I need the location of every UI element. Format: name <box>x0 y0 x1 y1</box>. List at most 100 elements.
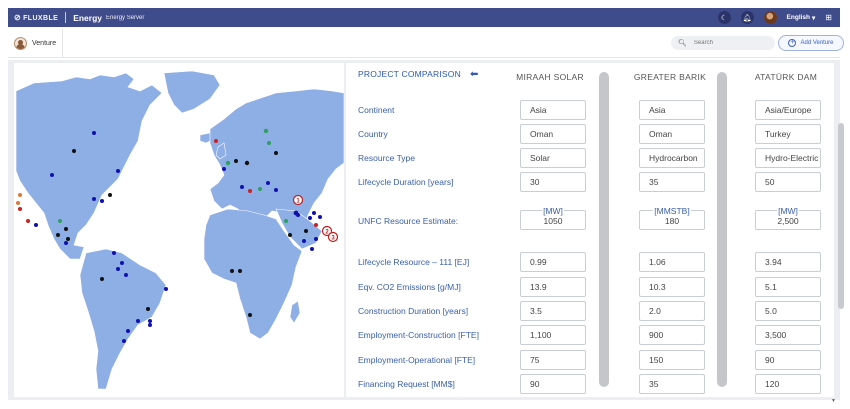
value-field[interactable]: 5.0 <box>755 301 821 321</box>
world-map[interactable]: 1 2 3 <box>14 63 344 397</box>
map-marker[interactable] <box>240 185 244 189</box>
map-marker[interactable] <box>100 277 104 281</box>
value-field[interactable]: 1,100 <box>520 325 586 345</box>
resource-estimate-field[interactable]: [MW] 2,500 <box>755 207 821 231</box>
map-marker[interactable] <box>18 193 22 197</box>
map-marker[interactable] <box>72 149 76 153</box>
map-marker[interactable] <box>234 159 238 163</box>
moon-icon[interactable]: ☾ <box>717 11 731 24</box>
map-marker[interactable] <box>274 188 278 192</box>
map-marker[interactable] <box>266 181 270 185</box>
map-marker[interactable] <box>50 173 54 177</box>
value-field[interactable]: Turkey <box>755 124 821 144</box>
map-marker[interactable] <box>116 169 120 173</box>
map-marker[interactable] <box>108 193 112 197</box>
value-field[interactable]: 1.06 <box>639 252 705 272</box>
brand[interactable]: ⊘ FLUXBLE Energy Energy Server <box>8 8 144 27</box>
search-input[interactable] <box>693 40 764 46</box>
map-marker[interactable] <box>146 307 150 311</box>
map-marker[interactable] <box>258 187 262 191</box>
language-selector[interactable]: English ▾ <box>787 14 816 22</box>
value-field[interactable]: 75 <box>520 350 586 370</box>
map-marker[interactable] <box>100 199 104 203</box>
value-field[interactable]: 5.1 <box>755 277 821 297</box>
map-marker[interactable] <box>296 213 300 217</box>
bell-icon[interactable]: 🔔︎ <box>740 11 754 24</box>
map-marker[interactable] <box>124 273 128 277</box>
map-marker[interactable] <box>136 319 140 323</box>
map-marker[interactable] <box>274 151 278 155</box>
value-field[interactable]: 90 <box>755 350 821 370</box>
map-marker[interactable] <box>302 239 306 243</box>
map-marker[interactable] <box>58 219 62 223</box>
map-marker[interactable] <box>225 160 231 166</box>
add-venture-button[interactable]: + Add Venture <box>778 35 844 51</box>
map-marker[interactable] <box>16 201 20 205</box>
world-map-panel[interactable]: 1 2 3 <box>14 63 344 397</box>
value-field[interactable]: 35 <box>639 374 705 394</box>
value-field[interactable]: 3,500 <box>755 325 821 345</box>
value-field[interactable]: Hydro-Electric <box>755 148 821 168</box>
map-marker[interactable] <box>314 237 318 241</box>
value-field[interactable]: 900 <box>639 325 705 345</box>
map-marker[interactable] <box>310 247 314 251</box>
map-marker[interactable] <box>164 287 168 291</box>
map-marker[interactable] <box>308 216 312 220</box>
user-avatar[interactable] <box>763 11 777 24</box>
value-field[interactable]: 150 <box>639 350 705 370</box>
value-field[interactable]: 0.99 <box>520 252 586 272</box>
value-field[interactable]: Oman <box>639 124 705 144</box>
value-field[interactable]: 50 <box>755 172 821 192</box>
map-marker[interactable] <box>312 211 316 215</box>
value-field[interactable]: Asia <box>520 100 586 120</box>
value-field[interactable]: 3.94 <box>755 252 821 272</box>
map-marker[interactable] <box>148 323 152 327</box>
resource-estimate-field[interactable]: [MW] 1050 <box>520 207 586 231</box>
map-marker[interactable] <box>248 313 252 317</box>
map-marker[interactable] <box>304 229 308 233</box>
value-field[interactable]: Hydrocarbon <box>639 148 705 168</box>
value-field[interactable]: 90 <box>520 374 586 394</box>
scrollbar[interactable] <box>838 123 844 309</box>
map-marker[interactable] <box>288 233 292 237</box>
map-marker[interactable] <box>263 128 269 134</box>
swap-arrow-icon[interactable]: ⬅ <box>470 69 478 80</box>
map-marker[interactable] <box>284 219 288 223</box>
map-marker[interactable] <box>64 227 68 231</box>
map-marker[interactable] <box>112 251 116 255</box>
value-field[interactable]: Asia <box>639 100 705 120</box>
highlight-badge[interactable]: 3 <box>327 231 339 243</box>
map-marker[interactable] <box>148 319 152 323</box>
map-marker[interactable] <box>92 131 96 135</box>
value-field[interactable]: 30 <box>520 172 586 192</box>
map-marker[interactable] <box>92 197 96 201</box>
value-field[interactable]: Solar <box>520 148 586 168</box>
map-marker[interactable] <box>222 167 226 171</box>
value-field[interactable]: 120 <box>755 374 821 394</box>
column-divider[interactable] <box>717 72 727 387</box>
resource-estimate-field[interactable]: [MMSTB] 180 <box>639 207 705 231</box>
value-field[interactable]: 3.5 <box>520 301 586 321</box>
value-field[interactable]: Oman <box>520 124 586 144</box>
map-marker[interactable] <box>244 160 250 166</box>
column-divider[interactable] <box>599 72 609 387</box>
tab-venture[interactable]: Venture <box>8 29 64 57</box>
map-marker[interactable] <box>248 189 252 193</box>
value-field[interactable]: 35 <box>639 172 705 192</box>
map-marker[interactable] <box>120 261 124 265</box>
value-field[interactable]: 10.3 <box>639 277 705 297</box>
map-marker[interactable] <box>56 233 60 237</box>
search-box[interactable]: 🔍︎ <box>671 36 775 50</box>
map-marker[interactable] <box>34 223 38 227</box>
map-marker[interactable] <box>116 267 120 271</box>
scroll-down-icon[interactable]: ▼ <box>831 398 836 404</box>
highlight-badge[interactable]: 1 <box>292 194 304 206</box>
map-marker[interactable] <box>230 269 234 273</box>
value-field[interactable]: 2.0 <box>639 301 705 321</box>
map-marker[interactable] <box>26 219 30 223</box>
map-marker[interactable] <box>267 141 271 145</box>
map-marker[interactable] <box>64 241 68 245</box>
value-field[interactable]: Asia/Europe <box>755 100 821 120</box>
grid-icon[interactable]: ⊞ <box>825 13 832 22</box>
map-marker[interactable] <box>66 237 70 241</box>
